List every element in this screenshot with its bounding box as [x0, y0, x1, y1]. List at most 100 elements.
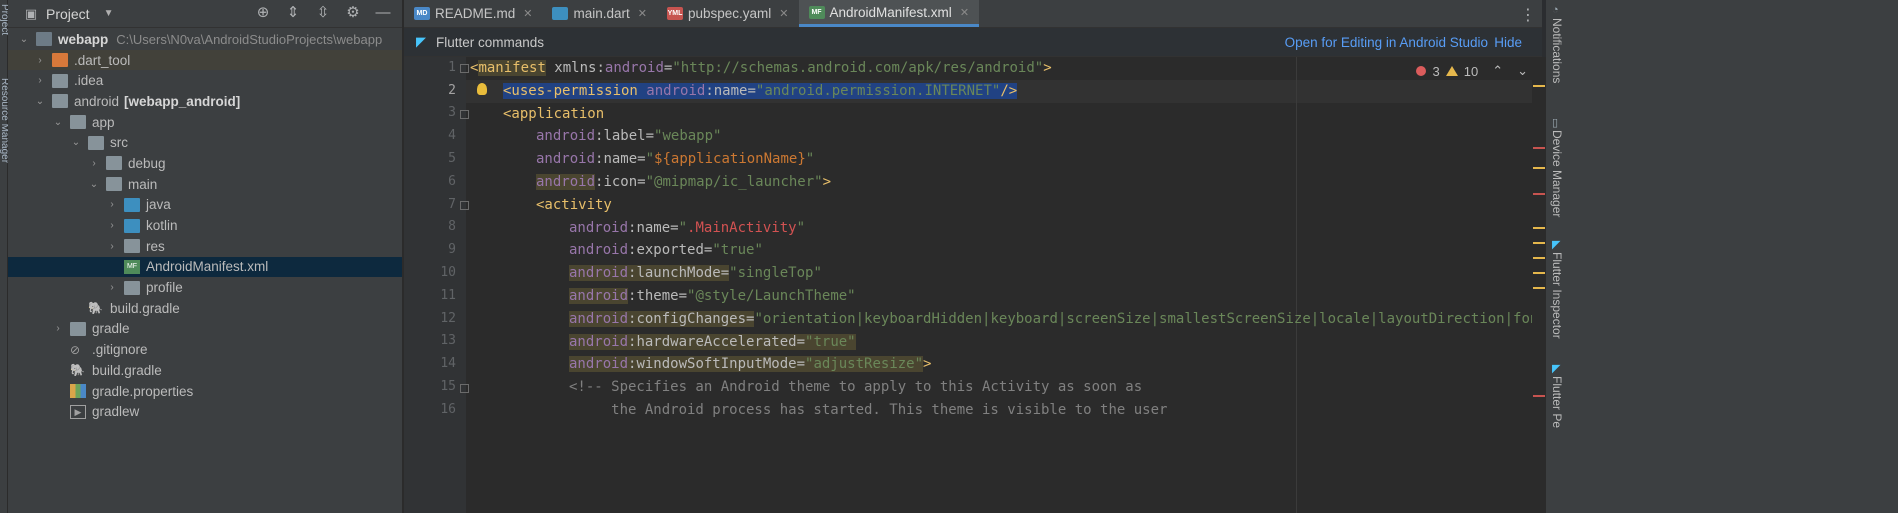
fold-marker-icon[interactable]: [460, 384, 469, 393]
project-panel-title[interactable]: Project: [46, 6, 90, 22]
close-icon[interactable]: ✕: [779, 7, 788, 20]
tree-item-gradle[interactable]: › gradle: [8, 319, 402, 340]
error-marker[interactable]: [1533, 147, 1545, 149]
chevron-right-icon[interactable]: ›: [34, 55, 46, 66]
code-token: android: [569, 242, 629, 258]
tree-item-java[interactable]: › java: [8, 195, 402, 216]
code-token: :name=: [595, 151, 646, 167]
warning-marker[interactable]: [1533, 242, 1545, 244]
code-line-14: android:windowSoftInputMode="adjustResiz…: [569, 353, 931, 376]
more-options-icon[interactable]: ⋮: [1520, 5, 1536, 25]
resource-folder-icon: [124, 239, 140, 254]
code-token: xmlns:: [545, 60, 605, 76]
code-token: "true": [712, 242, 763, 258]
warning-marker[interactable]: [1533, 257, 1545, 259]
chevron-right-icon[interactable]: ›: [52, 323, 64, 334]
open-in-android-studio-link[interactable]: Open for Editing in Android Studio: [1285, 35, 1488, 50]
tree-item-android-manifest[interactable]: MF AndroidManifest.xml: [8, 256, 402, 278]
expand-all-icon[interactable]: ⇕: [284, 4, 302, 22]
tree-item-dart-tool[interactable]: › .dart_tool: [8, 49, 402, 71]
line-number-gutter: 1 2 3 4 5 6 7 8 9 10 11 12 13 14 15 16: [404, 57, 469, 513]
tree-item-label: app: [92, 114, 115, 130]
editor-scrollbar[interactable]: [1532, 57, 1546, 513]
tree-item-res[interactable]: › res: [8, 236, 402, 257]
tab-android-manifest[interactable]: MF AndroidManifest.xml ✕: [798, 0, 980, 27]
tree-item-app-build-gradle[interactable]: 🐘 build.gradle: [8, 298, 402, 319]
tree-item-kotlin[interactable]: › kotlin: [8, 215, 402, 236]
chevron-up-icon[interactable]: ⌃: [1492, 63, 1503, 79]
tree-item-idea[interactable]: › .idea: [8, 70, 402, 91]
tree-item-android-build-gradle[interactable]: 🐘 build.gradle: [8, 360, 402, 381]
folder-icon: [106, 177, 122, 192]
tree-item-main[interactable]: ⌄ main: [8, 174, 402, 195]
chevron-down-icon[interactable]: ⌄: [1517, 63, 1528, 79]
code-token: manifest: [478, 60, 546, 76]
close-icon[interactable]: ✕: [960, 6, 969, 19]
close-icon[interactable]: ✕: [638, 7, 647, 20]
chevron-down-icon[interactable]: ⌄: [70, 137, 82, 148]
tree-item-debug[interactable]: › debug: [8, 153, 402, 174]
chevron-right-icon[interactable]: ›: [106, 199, 118, 210]
minimize-icon[interactable]: —: [374, 4, 392, 22]
notifications-tool-label[interactable]: Notifications: [1550, 18, 1564, 83]
fold-marker-icon[interactable]: [460, 201, 469, 210]
tree-item-gitignore[interactable]: ⊘ .gitignore: [8, 339, 402, 360]
code-editor[interactable]: 1 2 3 4 5 6 7 8 9 10 11 12 13 14 15 16 <…: [404, 57, 1542, 513]
tree-item-webapp[interactable]: ⌄ webapp C:\Users\N0va\AndroidStudioProj…: [8, 29, 402, 50]
code-token: .MainActivity: [687, 220, 797, 236]
code-token: ": [805, 151, 815, 167]
device-manager-tool-label[interactable]: Device Manager: [1550, 130, 1564, 217]
chevron-down-icon[interactable]: ▼: [104, 8, 114, 19]
tree-item-android[interactable]: ⌄ android [webapp_android]: [8, 91, 402, 112]
right-margin-guide: [1296, 57, 1297, 513]
code-token: android: [536, 151, 596, 167]
warning-marker[interactable]: [1533, 272, 1545, 274]
tree-item-gradle-properties[interactable]: gradle.properties: [8, 381, 402, 402]
code-line-12: android:configChanges="orientation|keybo…: [569, 308, 1542, 331]
project-panel-toolbar: ⊕ ⇕ ⇳ ⚙ —: [254, 4, 392, 22]
warning-marker[interactable]: [1533, 85, 1545, 87]
chevron-down-icon[interactable]: ⌄: [52, 117, 64, 128]
flutter-performance-tool-label[interactable]: Flutter Pe: [1550, 376, 1564, 428]
tree-item-src[interactable]: ⌄ src: [8, 132, 402, 153]
fold-marker-icon[interactable]: [460, 64, 469, 73]
tab-main-dart[interactable]: main.dart ✕: [542, 0, 657, 27]
code-token: android: [569, 356, 629, 372]
chevron-down-icon[interactable]: ⌄: [18, 34, 30, 45]
chevron-right-icon[interactable]: ›: [88, 158, 100, 169]
code-token: android: [569, 288, 629, 304]
chevron-right-icon[interactable]: ›: [34, 75, 46, 86]
chevron-down-icon[interactable]: ⌄: [88, 179, 100, 190]
target-icon[interactable]: ⊕: [254, 4, 272, 22]
fold-marker-icon[interactable]: [460, 110, 469, 119]
inspection-widget[interactable]: 3 10 ⌃ ⌄: [1416, 63, 1528, 79]
error-marker[interactable]: [1533, 193, 1545, 195]
gear-icon[interactable]: ⚙: [344, 4, 362, 22]
warning-marker[interactable]: [1533, 227, 1545, 229]
chevron-right-icon[interactable]: ›: [106, 220, 118, 231]
tree-item-label: main: [128, 176, 158, 192]
chevron-right-icon[interactable]: ›: [106, 282, 118, 293]
tree-item-app[interactable]: ⌄ app: [8, 112, 402, 133]
tree-item-profile[interactable]: › profile: [8, 277, 402, 298]
bell-icon: ◔: [1552, 4, 1559, 16]
line-number: 10: [440, 265, 456, 280]
code-token: "singleTop": [729, 265, 822, 281]
tab-pubspec[interactable]: YML pubspec.yaml ✕: [657, 0, 799, 27]
code-token: >: [822, 174, 832, 190]
gradle-elephant-icon: 🐘: [88, 301, 103, 316]
hide-banner-link[interactable]: Hide: [1494, 35, 1522, 50]
tree-item-gradlew[interactable]: ▶ gradlew: [8, 401, 402, 422]
chevron-right-icon[interactable]: ›: [106, 241, 118, 252]
chevron-down-icon[interactable]: ⌄: [34, 96, 46, 107]
line-number: 11: [440, 288, 456, 303]
flutter-inspector-tool-label[interactable]: Flutter Inspector: [1550, 252, 1564, 339]
lightbulb-icon[interactable]: [477, 83, 487, 95]
warning-marker[interactable]: [1533, 287, 1545, 289]
tree-item-label: android: [74, 93, 120, 109]
collapse-all-icon[interactable]: ⇳: [314, 4, 332, 22]
warning-marker[interactable]: [1533, 167, 1545, 169]
tab-readme[interactable]: MD README.md ✕: [404, 0, 542, 27]
close-icon[interactable]: ✕: [523, 7, 532, 20]
error-marker[interactable]: [1533, 395, 1545, 397]
